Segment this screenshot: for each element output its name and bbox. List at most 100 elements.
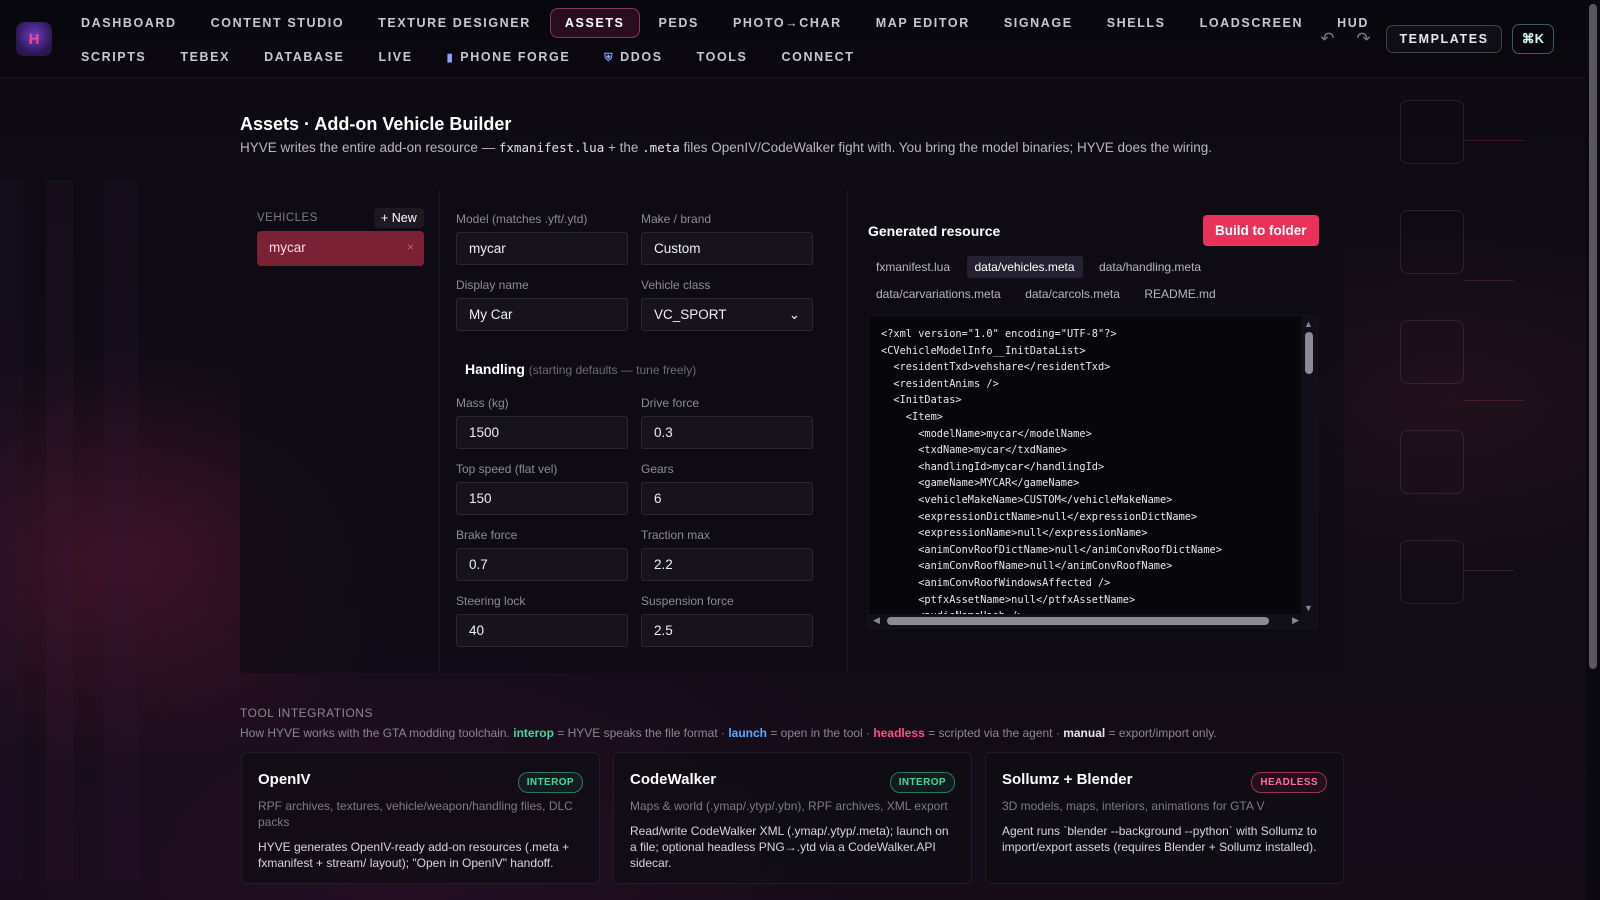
background-tile <box>1400 100 1464 164</box>
subtitle-text: HYVE writes the entire add-on resource — <box>240 140 499 155</box>
scroll-left-icon[interactable]: ◀ <box>873 615 880 626</box>
scroll-right-icon[interactable]: ▶ <box>1292 615 1299 626</box>
undo-icon[interactable]: ↶ <box>1314 26 1340 52</box>
file-tab[interactable]: data/carcols.meta <box>1017 283 1128 305</box>
handling-title: Handling <box>465 361 525 377</box>
nav-signage[interactable]: SIGNAGE <box>989 8 1088 38</box>
nav-peds[interactable]: PEDS <box>644 8 714 38</box>
nav-content-studio[interactable]: CONTENT STUDIO <box>196 8 360 38</box>
nav-loadscreen[interactable]: LOADSCREEN <box>1185 8 1319 38</box>
vehicle-class-select[interactable]: VC_SPORT ⌄ <box>641 298 813 331</box>
scroll-up-icon[interactable]: ▲ <box>1304 319 1313 329</box>
nav-phone-forge[interactable]: ▮ PHONE FORGE <box>432 42 586 73</box>
nav-dashboard[interactable]: DASHBOARD <box>66 8 192 38</box>
templates-button[interactable]: TEMPLATES <box>1386 25 1502 53</box>
tool-card-sollumz-blender[interactable]: Sollumz + Blender HEADLESS 3D models, ma… <box>985 752 1344 884</box>
vehicles-sidebar: VEHICLES + New mycar × <box>240 191 440 673</box>
vehicle-form: Model (matches .yft/.ytd) mycar Make / b… <box>440 191 848 673</box>
page-title: Assets · Add-on Vehicle Builder <box>240 114 512 134</box>
nav-scripts[interactable]: SCRIPTS <box>66 42 161 73</box>
vehicle-list-item[interactable]: mycar × <box>257 231 424 266</box>
brake-force-input[interactable]: 0.7 <box>456 548 628 581</box>
file-tab[interactable]: fxmanifest.lua <box>868 256 958 278</box>
command-palette-button[interactable]: ⌘K <box>1511 24 1554 54</box>
drive-force-label: Drive force <box>641 396 700 410</box>
subtitle-text: + the <box>604 140 643 155</box>
background-tile <box>1400 430 1464 494</box>
nav-texture-designer[interactable]: TEXTURE DESIGNER <box>363 8 546 38</box>
steering-lock-field-group: Steering lock 40 <box>456 594 628 647</box>
desc-text: = export/import only. <box>1105 726 1217 740</box>
tool-card-badge: HEADLESS <box>1251 772 1327 793</box>
subtitle-code-fxmanifest: fxmanifest.lua <box>498 140 605 155</box>
desc-text: How HYVE works with the GTA modding tool… <box>240 726 514 740</box>
nav-tebex[interactable]: TEBEX <box>165 42 245 73</box>
handling-heading: Handling (starting defaults — tune freel… <box>465 361 696 377</box>
steering-lock-input[interactable]: 40 <box>456 614 628 647</box>
code-horizontal-scrollbar[interactable]: ◀ ▶ <box>869 614 1317 628</box>
tool-card-codewalker[interactable]: CodeWalker INTEROP Maps & world (.ymap/.… <box>613 752 972 884</box>
suspension-force-input[interactable]: 2.5 <box>641 614 813 647</box>
vehicle-name: mycar <box>269 240 306 255</box>
nav-assets[interactable]: ASSETS <box>549 8 640 38</box>
file-tab[interactable]: data/carvariations.meta <box>868 283 1009 305</box>
nav-ddos-label: DDOS <box>620 50 663 64</box>
legend-headless: headless <box>873 726 925 740</box>
display-name-field-group: Display name My Car <box>456 278 628 331</box>
nav-map-editor[interactable]: MAP EDITOR <box>861 8 985 38</box>
tool-card-subtitle: RPF archives, textures, vehicle/weapon/h… <box>258 799 573 829</box>
nav-ddos[interactable]: ⛨ DDOS <box>589 42 677 73</box>
phone-icon: ▮ <box>446 52 455 64</box>
gears-input[interactable]: 6 <box>641 482 813 515</box>
nav-connect[interactable]: CONNECT <box>767 42 870 73</box>
make-input[interactable]: Custom <box>641 232 813 265</box>
nav-tools[interactable]: TOOLS <box>682 42 763 73</box>
file-tab[interactable]: data/handling.meta <box>1091 256 1209 278</box>
background-line <box>1464 140 1524 141</box>
mass-input[interactable]: 1500 <box>456 416 628 449</box>
model-input[interactable]: mycar <box>456 232 628 265</box>
nav-shells[interactable]: SHELLS <box>1092 8 1181 38</box>
steering-lock-label: Steering lock <box>456 594 526 608</box>
make-label: Make / brand <box>641 212 712 226</box>
desc-text: = HYVE speaks the file format · <box>553 726 729 740</box>
hyve-logo[interactable]: H <box>16 22 52 56</box>
nav-phone-forge-label: PHONE FORGE <box>460 50 571 64</box>
nav-live[interactable]: LIVE <box>363 42 427 73</box>
nav-database[interactable]: DATABASE <box>249 42 359 73</box>
generated-resource: Generated resource Build to folder fxman… <box>848 191 1344 673</box>
file-tab[interactable]: data/vehicles.meta <box>966 256 1083 278</box>
nav-photo-char[interactable]: PHOTO→CHAR <box>718 8 857 38</box>
legend-manual: manual <box>1063 726 1106 740</box>
display-name-input[interactable]: My Car <box>456 298 628 331</box>
scroll-down-icon[interactable]: ▼ <box>1304 603 1313 613</box>
new-vehicle-button[interactable]: + New <box>374 208 424 228</box>
top-speed-input[interactable]: 150 <box>456 482 628 515</box>
page-scrollbar[interactable] <box>1586 0 1600 900</box>
shield-icon: ⛨ <box>604 52 615 64</box>
tool-card-openiv[interactable]: OpenIV INTEROP RPF archives, textures, v… <box>241 752 600 884</box>
redo-icon[interactable]: ↷ <box>1350 26 1376 52</box>
code-vertical-thumb[interactable] <box>1305 332 1313 374</box>
drive-force-input[interactable]: 0.3 <box>641 416 813 449</box>
background-city-art <box>0 180 230 880</box>
tool-card-badge: INTEROP <box>517 772 583 793</box>
file-tab[interactable]: README.md <box>1136 283 1223 305</box>
code-horizontal-thumb[interactable] <box>887 617 1269 625</box>
model-label: Model (matches .yft/.ytd) <box>456 212 588 226</box>
nav-row-primary: DASHBOARD CONTENT STUDIO TEXTURE DESIGNE… <box>66 8 1384 38</box>
top-speed-label: Top speed (flat vel) <box>456 462 558 476</box>
remove-vehicle-icon[interactable]: × <box>407 240 414 254</box>
traction-max-input[interactable]: 2.2 <box>641 548 813 581</box>
page-scrollbar-thumb[interactable] <box>1589 4 1597 669</box>
generated-code: <?xml version="1.0" encoding="UTF-8"?> <… <box>881 328 1222 622</box>
background-tile <box>1400 540 1464 604</box>
code-vertical-scrollbar[interactable]: ▲ ▼ <box>1301 316 1317 616</box>
nav-row-secondary: SCRIPTS TEBEX DATABASE LIVE ▮ PHONE FORGE… <box>66 42 870 73</box>
suspension-force-field-group: Suspension force 2.5 <box>641 594 813 647</box>
code-viewer[interactable]: <?xml version="1.0" encoding="UTF-8"?> <… <box>868 315 1318 629</box>
handling-note: (starting defaults — tune freely) <box>528 363 697 377</box>
subtitle-code-meta: .meta <box>642 140 680 155</box>
vehicle-class-field-group: Vehicle class VC_SPORT ⌄ <box>641 278 813 331</box>
build-to-folder-button[interactable]: Build to folder <box>1203 215 1319 246</box>
